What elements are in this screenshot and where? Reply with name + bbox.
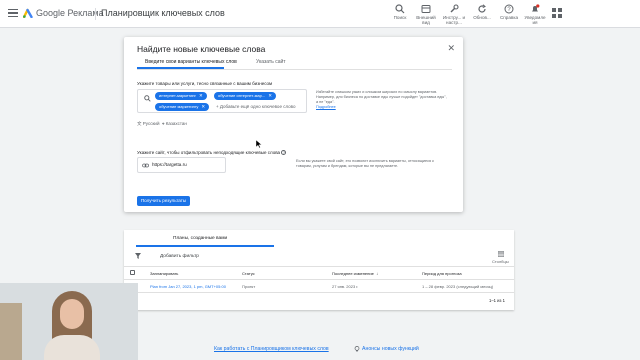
bell-icon (532, 4, 540, 12)
column-header-plan[interactable]: Запланировать (150, 271, 178, 276)
pagination-label: 1–1 из 1 (489, 298, 505, 303)
arrow-down-icon: ↓ (374, 271, 379, 276)
targeting-settings[interactable]: 文 Русский ⌖ Казахстан (137, 121, 187, 127)
webcam-overlay (0, 283, 138, 360)
location-pin-icon: ⌖ (161, 121, 165, 126)
tab-plans-created[interactable]: Планы, созданные вами (173, 236, 227, 241)
site-value: https://targetta.ru (152, 162, 187, 167)
keywords-label: Укажите товары или услуги, тесно связанн… (137, 81, 273, 86)
column-header-last-changed[interactable]: Последнее изменение ↓ (332, 271, 378, 276)
site-input[interactable]: https://targetta.ru (137, 157, 226, 173)
toolbar-refresh[interactable]: Обнов... (470, 4, 494, 20)
site-label: Укажите сайт, чтобы отфильтровать неподх… (137, 150, 287, 155)
toolbar-appearance[interactable]: Внешний вид (414, 4, 438, 25)
keyword-chip[interactable]: обучение интернет-мар... ✕ (214, 92, 277, 100)
webcam-person-face (60, 299, 84, 329)
tab-divider (137, 69, 452, 70)
toolbar-notifications[interactable]: Уведомле ия (523, 4, 547, 25)
translate-icon: 文 (137, 121, 142, 126)
search-icon (395, 4, 405, 14)
toolbar-label: Инстру... и настр... (442, 15, 466, 25)
toolbar-label: Поиск (393, 15, 407, 20)
search-icon (144, 95, 151, 102)
wrench-icon (450, 4, 459, 13)
header-divider (95, 8, 96, 20)
columns-icon[interactable] (498, 251, 504, 257)
plans-card: Планы, созданные вами Добавить фильтр Ст… (124, 230, 514, 310)
tab-specify-site[interactable]: Указать сайт (256, 59, 286, 65)
tab-enter-keywords[interactable]: Введите свои варианты ключевых слов (145, 59, 237, 65)
language-value: Русский (142, 121, 160, 126)
add-filter-button[interactable]: Добавить фильтр (160, 254, 199, 259)
toolbar-label: Справка (499, 15, 519, 20)
column-header-last-changed-label: Последнее изменение (332, 271, 374, 276)
table-divider (124, 266, 514, 267)
close-icon[interactable]: ✕ (447, 43, 455, 54)
help-icon: ? (504, 4, 514, 14)
plan-link[interactable]: Plan from Jan 27, 2023, 1 pm, GMT+05:00 (150, 284, 226, 289)
learn-more-link[interactable]: Подробнее (316, 105, 448, 110)
find-keywords-dialog: Найдите новые ключевые слова ✕ Введите с… (124, 37, 463, 212)
chip-label: обучение маркетингу (159, 104, 199, 109)
hint-text: Избегайте слишком узких и слишком широки… (316, 90, 447, 104)
select-all-checkbox[interactable] (130, 270, 135, 275)
chip-label: интернет-маркетинг (159, 93, 196, 98)
lightbulb-icon (354, 346, 360, 352)
toolbar-label: Обнов... (473, 15, 491, 20)
help-link[interactable]: Как работать с Планировщиком ключевых сл… (214, 346, 329, 352)
dialog-title: Найдите новые ключевые слова (137, 44, 266, 54)
top-app-bar: Google Реклама Планировщик ключевых слов… (0, 0, 640, 28)
table-divider (124, 279, 514, 280)
link-icon (142, 163, 149, 168)
close-icon[interactable]: ✕ (268, 93, 272, 98)
plan-status: Проект (242, 284, 256, 289)
active-tab-indicator (136, 245, 274, 247)
account-icon[interactable] (551, 7, 563, 19)
help-icon[interactable]: ? (281, 150, 287, 155)
toolbar-tools[interactable]: Инстру... и настр... (442, 4, 466, 25)
keyword-chip[interactable]: обучение маркетингу ✕ (155, 103, 210, 111)
column-header-forecast-period[interactable]: Период для прогноза (422, 271, 462, 276)
plan-forecast-period: 1 – 28 февр. 2023 (следующий месяц) (422, 284, 494, 289)
table-divider (124, 292, 514, 293)
keyword-chip[interactable]: интернет-маркетинг ✕ (155, 92, 207, 100)
feature-announcements-link[interactable]: Анонсы новых функций (362, 346, 419, 352)
location-value: Казахстан (165, 121, 187, 126)
keywords-input[interactable]: интернет-маркетинг ✕ обучение интернет-ма… (137, 89, 307, 113)
menu-icon[interactable] (8, 9, 18, 18)
keywords-hint: Избегайте слишком узких и слишком широки… (316, 90, 448, 110)
filter-icon[interactable] (135, 253, 141, 259)
appearance-icon (421, 5, 431, 13)
toolbar-label: Внешний вид (416, 15, 436, 25)
mouse-cursor-icon (256, 140, 262, 148)
webcam-person-body (44, 335, 100, 360)
get-results-button[interactable]: Получить результаты (137, 196, 190, 206)
add-keyword-placeholder[interactable]: + Добавьте ещё одно ключевое слово (216, 104, 295, 109)
site-hint: Если вы укажете свой сайт, это позволит … (296, 159, 434, 168)
toolbar-label: Уведомле ия (524, 15, 546, 25)
toolbar-search[interactable]: Поиск (388, 4, 412, 20)
page-title: Планировщик ключевых слов (101, 8, 225, 18)
refresh-icon (478, 4, 486, 13)
columns-button-label[interactable]: Столбцы (492, 259, 509, 264)
close-icon[interactable]: ✕ (199, 93, 203, 98)
plan-last-changed: 27 янв. 2023 г. (332, 284, 359, 289)
webcam-shelf (0, 303, 22, 360)
close-icon[interactable]: ✕ (201, 104, 205, 109)
column-header-status[interactable]: Статус (242, 271, 255, 276)
chip-label: обучение интернет-мар... (218, 93, 266, 98)
site-label-text: Укажите сайт, чтобы отфильтровать неподх… (137, 150, 281, 155)
brand-name: Google Реклама (36, 8, 104, 18)
toolbar-help[interactable]: ? Справка (497, 4, 521, 20)
google-ads-logo-icon (23, 8, 33, 18)
